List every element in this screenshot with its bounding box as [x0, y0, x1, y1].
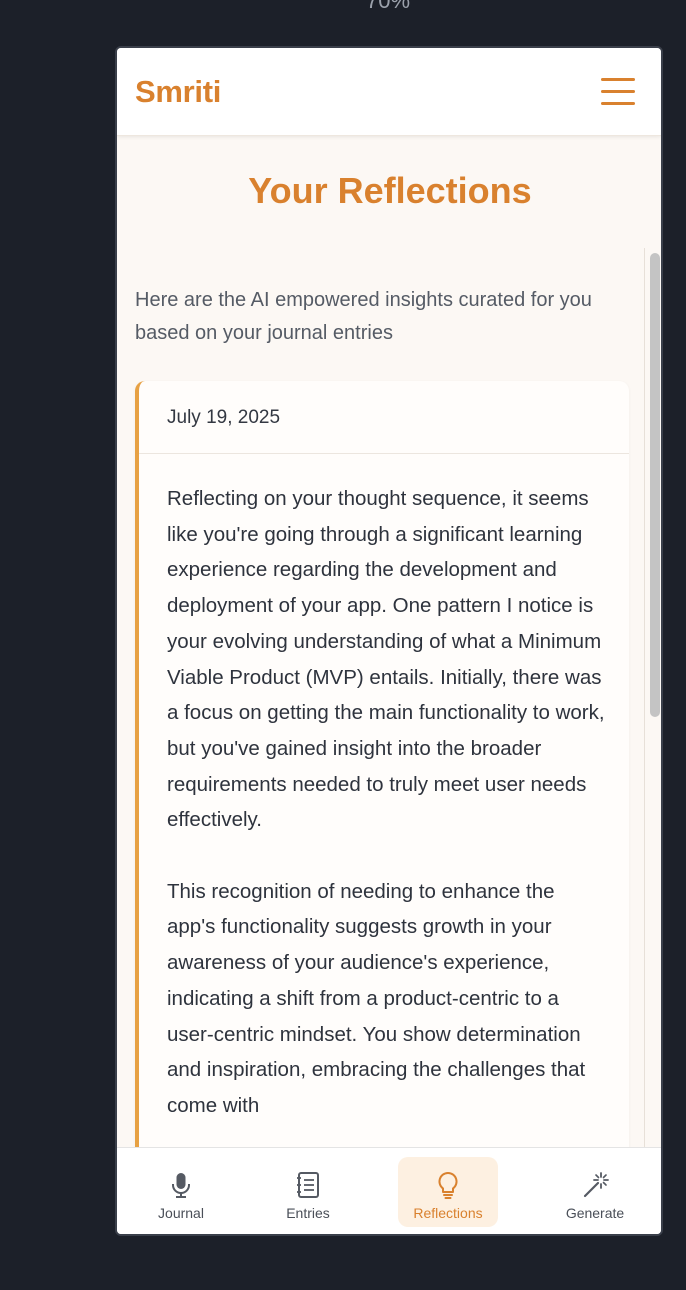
reflection-date: July 19, 2025: [167, 407, 281, 428]
app-brand[interactable]: Smriti: [135, 74, 221, 110]
notebook-icon: [297, 1172, 319, 1198]
reflection-paragraph: This recognition of needing to enhance t…: [167, 879, 586, 1117]
zoom-level: 70%: [365, 0, 411, 13]
card-divider: [139, 453, 629, 454]
menu-icon-bar: [601, 90, 635, 93]
nav-label: Journal: [158, 1205, 204, 1221]
bottom-nav: Journal Entries Reflections Generate: [117, 1147, 661, 1234]
menu-icon-bar: [601, 102, 635, 105]
app-window: Smriti Your Reflections Here are the AI …: [115, 46, 663, 1236]
menu-icon-bar: [601, 78, 635, 81]
nav-item-entries[interactable]: Entries: [258, 1157, 358, 1227]
nav-item-reflections[interactable]: Reflections: [398, 1157, 498, 1227]
nav-item-journal[interactable]: Journal: [131, 1157, 231, 1227]
nav-label: Entries: [286, 1205, 330, 1221]
nav-item-generate[interactable]: Generate: [545, 1157, 645, 1227]
nav-label: Reflections: [413, 1205, 483, 1221]
scrollbar-thumb[interactable]: [650, 253, 660, 717]
reflection-body: Reflecting on your thought sequence, it …: [167, 481, 607, 1159]
microphone-icon: [172, 1173, 190, 1198]
nav-label: Generate: [565, 1205, 625, 1221]
app-header: Smriti: [117, 48, 661, 136]
page-title: Your Reflections: [248, 170, 532, 211]
magic-wand-icon: [583, 1172, 609, 1198]
lightbulb-icon: [438, 1171, 458, 1199]
page-intro: Here are the AI empowered insights curat…: [135, 289, 592, 344]
hamburger-menu-button[interactable]: [601, 78, 635, 106]
reflection-card: July 19, 2025 Reflecting on your thought…: [135, 381, 629, 1234]
reflection-paragraph: Reflecting on your thought sequence, it …: [167, 487, 605, 832]
